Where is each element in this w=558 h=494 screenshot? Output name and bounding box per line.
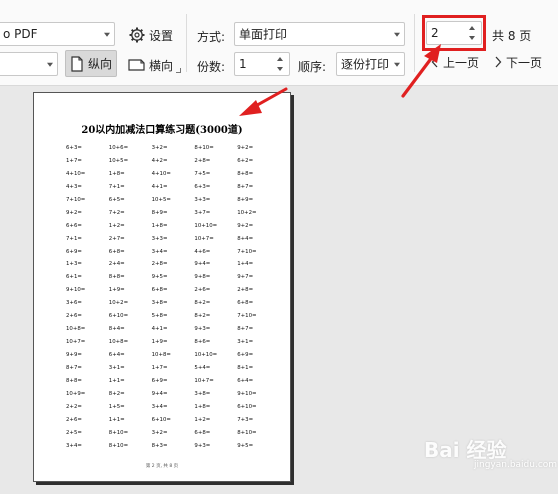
watermark-url: jingyan.baidu.com (474, 460, 558, 470)
annotation-arrow (239, 87, 288, 116)
watermark-logo: Bai 经验 (424, 438, 507, 462)
